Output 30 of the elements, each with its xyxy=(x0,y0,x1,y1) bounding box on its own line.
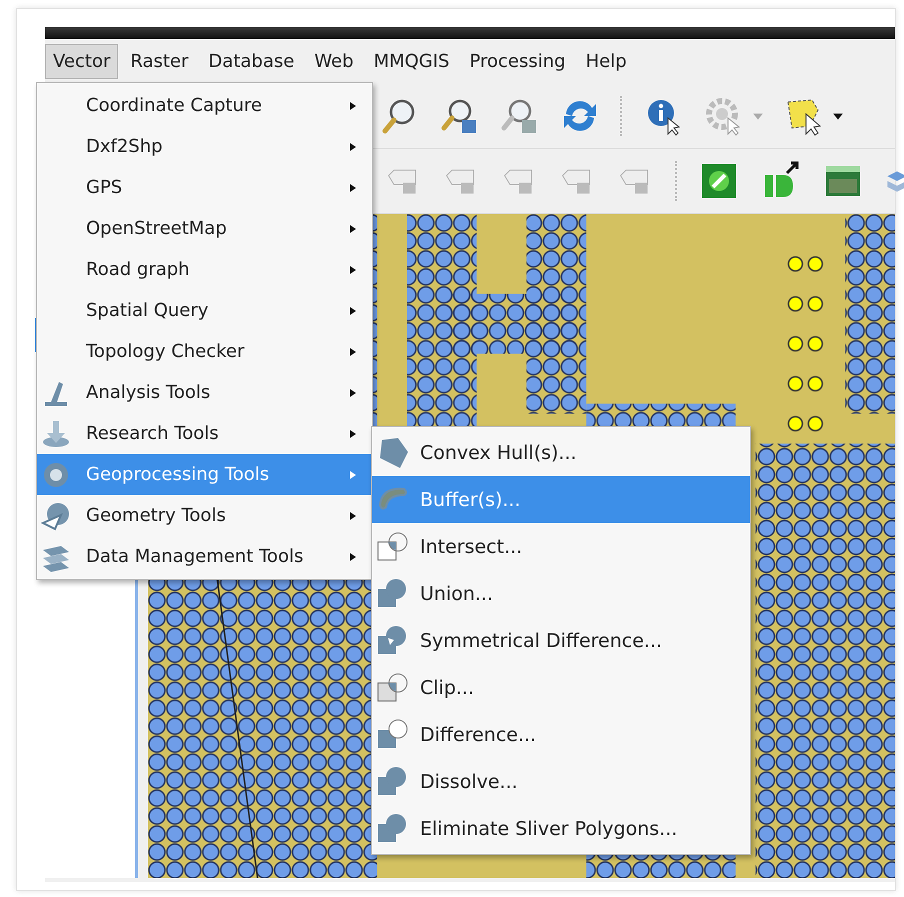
menu-item[interactable]: Difference... xyxy=(372,711,750,758)
menu-item[interactable]: Research Tools xyxy=(37,413,372,454)
menu-item[interactable]: Analysis Tools xyxy=(37,372,372,413)
menu-item[interactable]: Symmetrical Difference... xyxy=(372,617,750,664)
menu-item[interactable]: Clip... xyxy=(372,664,750,711)
menu-bar-item[interactable]: Help xyxy=(578,44,635,79)
menu-item[interactable]: Union... xyxy=(372,570,750,617)
menu-item[interactable]: Road graph xyxy=(37,249,372,290)
menu-bar-item[interactable]: Database xyxy=(200,44,302,79)
menu-bar-item[interactable]: MMQGIS xyxy=(366,44,458,79)
menu-item[interactable]: Spatial Query xyxy=(37,290,372,331)
intersect-icon xyxy=(376,530,410,564)
menu-item[interactable]: Dissolve... xyxy=(372,758,750,805)
menu-bar-item[interactable]: Processing xyxy=(461,44,574,79)
menu-item[interactable]: Convex Hull(s)... xyxy=(372,429,750,476)
menu-item[interactable]: OpenStreetMap xyxy=(37,208,372,249)
menu-bar-item[interactable]: Raster xyxy=(122,44,196,79)
clip-icon xyxy=(376,670,410,704)
menu-item[interactable]: Topology Checker xyxy=(37,331,372,372)
menu-item[interactable]: Dxf2Shp xyxy=(37,126,372,167)
menu-bar-item[interactable]: Web xyxy=(306,44,362,79)
menu-item[interactable]: Geometry Tools xyxy=(37,495,372,536)
menu-item[interactable]: Intersect... xyxy=(372,523,750,570)
menu-bar-item[interactable]: Vector xyxy=(45,44,118,79)
geometry-icon xyxy=(41,500,71,530)
menu-item[interactable]: GPS xyxy=(37,167,372,208)
menu-item[interactable]: Data Management Tools xyxy=(37,536,372,577)
menu-item[interactable]: Coordinate Capture xyxy=(37,85,372,126)
menu-item[interactable]: Eliminate Sliver Polygons... xyxy=(372,805,750,852)
research-icon xyxy=(41,418,71,448)
